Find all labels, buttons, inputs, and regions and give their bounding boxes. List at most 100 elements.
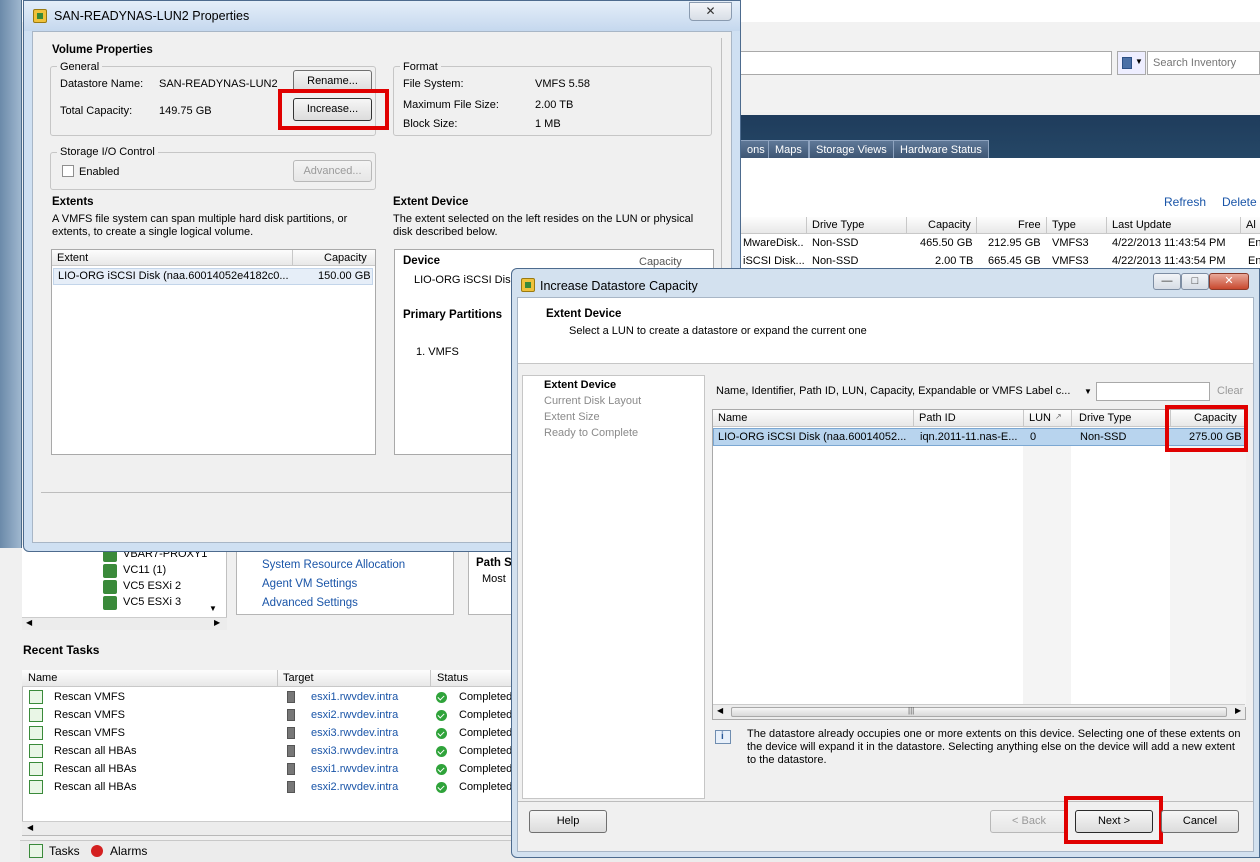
scroll-right-icon[interactable]: ▶ xyxy=(214,618,220,627)
task-status: Completed xyxy=(459,691,513,703)
task-row[interactable]: Rescan VMFS esxi3.rwvdev.intra Completed xyxy=(23,725,513,743)
tasks-scrollbar[interactable]: ◀ xyxy=(22,821,514,835)
col-path-id[interactable]: Path ID xyxy=(919,412,956,424)
wizard-close-button[interactable]: ✕ xyxy=(1209,273,1249,290)
tree-item[interactable]: VC5 ESXi 3 xyxy=(123,596,181,608)
tab-ons[interactable]: ons xyxy=(740,140,772,158)
primary-partitions-heading: Primary Partitions xyxy=(403,309,503,321)
scroll-thumb[interactable]: ||| xyxy=(731,706,1227,717)
close-icon: ✕ xyxy=(1224,275,1234,287)
advanced-button[interactable]: Advanced... xyxy=(293,160,372,182)
task-row[interactable]: Rescan VMFS esxi1.rwvdev.intra Completed xyxy=(23,689,513,707)
col-last-update[interactable]: Last Update xyxy=(1112,219,1171,231)
task-target[interactable]: esxi3.rwvdev.intra xyxy=(311,727,398,739)
col-extent[interactable]: Extent xyxy=(57,252,88,264)
col-name[interactable]: Name xyxy=(718,412,747,424)
col-divider xyxy=(292,250,293,265)
device-capacity-heading: Capacity xyxy=(639,256,682,268)
col-capacity[interactable]: Capacity xyxy=(928,219,971,231)
col-divider xyxy=(806,217,807,233)
task-icon xyxy=(29,708,43,722)
help-button[interactable]: Help xyxy=(529,810,607,833)
task-row[interactable]: Rescan all HBAs esxi2.rwvdev.intra Complet… xyxy=(23,779,513,797)
maximize-button[interactable]: □ xyxy=(1181,273,1209,290)
alarms-tab[interactable]: Alarms xyxy=(110,844,147,858)
server-icon xyxy=(287,763,295,775)
recent-tasks-title: Recent Tasks xyxy=(23,643,100,657)
col-capacity[interactable]: Capacity xyxy=(324,252,367,264)
scroll-left-icon[interactable]: ◀ xyxy=(27,823,33,832)
back-button[interactable]: < Back xyxy=(990,810,1068,833)
info-text: The datastore already occupies one or mo… xyxy=(747,728,1241,766)
max-file-size-label: Maximum File Size: xyxy=(403,99,499,111)
address-bar[interactable] xyxy=(740,51,1112,75)
check-icon xyxy=(436,692,447,703)
task-row[interactable]: Rescan VMFS esxi2.rwvdev.intra Completed xyxy=(23,707,513,725)
col-bg-capacity xyxy=(1170,427,1246,707)
advanced-settings-link[interactable]: Advanced Settings xyxy=(262,597,358,609)
check-icon xyxy=(436,764,447,775)
path-value: Most xyxy=(482,573,506,585)
scroll-left-icon[interactable]: ◀ xyxy=(717,706,723,715)
col-target[interactable]: Target xyxy=(283,672,314,684)
cancel-button[interactable]: Cancel xyxy=(1161,810,1239,833)
tasks-tab[interactable]: Tasks xyxy=(49,844,80,858)
task-row[interactable]: Rescan all HBAs esxi3.rwvdev.intra Complet… xyxy=(23,743,513,761)
properties-titlebar: SAN-READYNAS-LUN2 Properties ✕ xyxy=(24,1,740,31)
ds-al: En xyxy=(1248,237,1260,249)
tree-item[interactable]: VC5 ESXi 2 xyxy=(123,580,181,592)
extents-header: Extent Capacity xyxy=(52,250,375,266)
agent-vm-settings-link[interactable]: Agent VM Settings xyxy=(262,578,357,590)
col-divider xyxy=(1106,217,1107,233)
ds-update: 4/22/2013 11:43:54 PM xyxy=(1112,237,1226,249)
check-icon xyxy=(436,710,447,721)
col-type[interactable]: Type xyxy=(1052,219,1076,231)
filter-input[interactable] xyxy=(1096,382,1210,401)
clear-link[interactable]: Clear xyxy=(1217,385,1243,397)
scroll-left-icon[interactable]: ◀ xyxy=(26,618,32,627)
refresh-link[interactable]: Refresh xyxy=(1164,195,1206,209)
close-button[interactable]: ✕ xyxy=(689,2,732,21)
tab-maps[interactable]: Maps xyxy=(768,140,809,158)
task-row[interactable]: Rescan all HBAs esxi1.rwvdev.intra Complet… xyxy=(23,761,513,779)
tree-item[interactable]: VC11 (1) xyxy=(123,564,166,576)
col-al[interactable]: Al xyxy=(1246,219,1256,231)
task-target[interactable]: esxi2.rwvdev.intra xyxy=(311,781,398,793)
search-scope-dropdown[interactable]: ▼ xyxy=(1117,51,1146,75)
task-name: Rescan all HBAs xyxy=(54,763,137,775)
enabled-checkbox[interactable] xyxy=(62,165,74,177)
block-size-label: Block Size: xyxy=(403,118,458,130)
extent-row[interactable]: LIO-ORG iSCSI Disk (naa.60014052e4182c0.… xyxy=(53,268,373,285)
col-status[interactable]: Status xyxy=(437,672,468,684)
delete-link[interactable]: Delete xyxy=(1222,195,1257,209)
col-lun[interactable]: LUN xyxy=(1029,412,1051,424)
col-divider xyxy=(1240,217,1241,233)
ds-free: 665.45 GB xyxy=(988,255,1041,267)
system-resource-allocation-link[interactable]: System Resource Allocation xyxy=(262,559,405,571)
file-system-value: VMFS 5.58 xyxy=(535,78,591,90)
tab-hardware-status[interactable]: Hardware Status xyxy=(893,140,989,158)
task-target[interactable]: esxi1.rwvdev.intra xyxy=(311,691,398,703)
minimize-button[interactable]: — xyxy=(1153,273,1181,290)
scroll-right-icon[interactable]: ▶ xyxy=(1235,706,1241,715)
task-name: Rescan VMFS xyxy=(54,709,125,721)
enabled-label: Enabled xyxy=(79,166,120,178)
col-name[interactable]: Name xyxy=(28,672,57,684)
task-target[interactable]: esxi3.rwvdev.intra xyxy=(311,745,398,757)
lun-table-scrollbar[interactable]: ◀ ||| ▶ xyxy=(713,704,1245,719)
ds-type: VMFS3 xyxy=(1052,255,1089,267)
task-status: Completed xyxy=(459,727,513,739)
scroll-down-icon[interactable]: ▼ xyxy=(209,604,217,613)
search-inventory-input[interactable] xyxy=(1147,51,1260,75)
task-target[interactable]: esxi2.rwvdev.intra xyxy=(311,709,398,721)
table-row[interactable]: MwareDisk.. Non-SSD 465.50 GB 212.95 GB … xyxy=(740,235,1260,252)
tab-storage-views[interactable]: Storage Views xyxy=(809,140,894,158)
task-target[interactable]: esxi1.rwvdev.intra xyxy=(311,763,398,775)
col-drive-type[interactable]: Drive Type xyxy=(812,219,864,231)
block-size-value: 1 MB xyxy=(535,118,561,130)
filter-dropdown-icon[interactable]: ▼ xyxy=(1084,387,1092,396)
file-system-label: File System: xyxy=(403,78,464,90)
tree-scrollbar[interactable]: ◀ ▶ xyxy=(22,617,227,630)
col-drive-type[interactable]: Drive Type xyxy=(1079,412,1131,424)
col-free[interactable]: Free xyxy=(1018,219,1041,231)
